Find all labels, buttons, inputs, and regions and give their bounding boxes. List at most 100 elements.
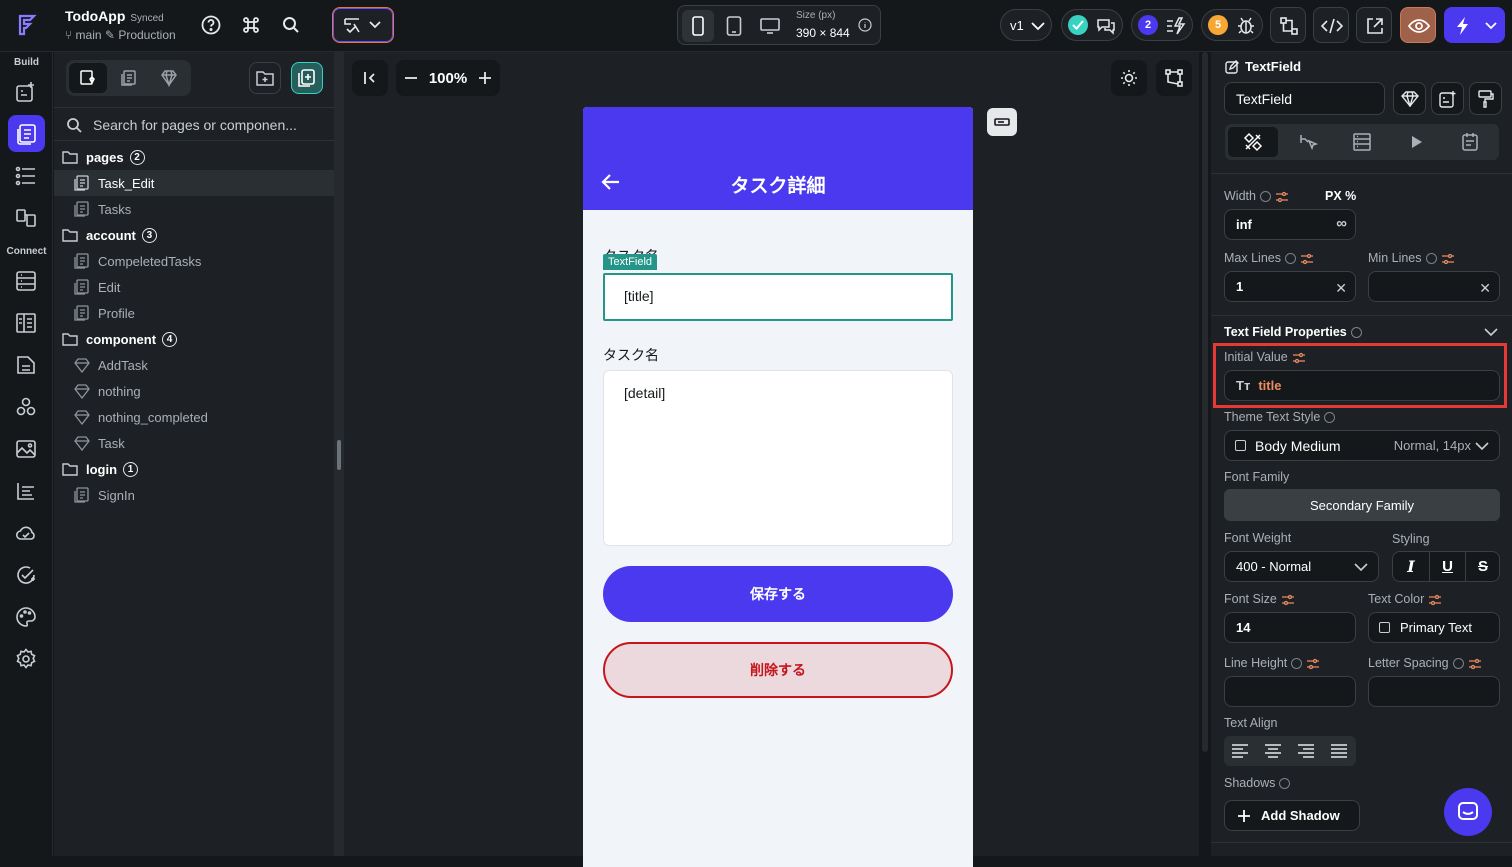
component-item-nothing-completed[interactable]: nothing_completed: [54, 404, 334, 430]
theme-settings-icon[interactable]: [13, 604, 39, 630]
help-icon[interactable]: [200, 14, 222, 36]
component-item-nothing[interactable]: nothing: [54, 378, 334, 404]
preview-mode-button[interactable]: [1400, 7, 1436, 43]
app-name[interactable]: TodoApp Synced: [65, 8, 164, 24]
info-icon[interactable]: [1279, 778, 1291, 790]
collaborators-status[interactable]: 2: [1131, 9, 1193, 41]
align-left-icon[interactable]: [1232, 744, 1248, 758]
component-item-addtask[interactable]: AddTask: [54, 352, 334, 378]
add-widget-button[interactable]: [1431, 82, 1464, 115]
panel-resize-handle[interactable]: [334, 52, 344, 856]
strikethrough-icon[interactable]: S: [1465, 552, 1500, 581]
folder-pages[interactable]: pages 2: [54, 144, 334, 170]
info-icon[interactable]: [1324, 412, 1336, 424]
branching-button[interactable]: [1270, 7, 1306, 43]
letter-spacing-input[interactable]: [1368, 676, 1500, 707]
settings-gear-icon[interactable]: [13, 646, 39, 672]
canvas-settings-button[interactable]: [1156, 60, 1192, 96]
detail-text-field[interactable]: [detail]: [603, 370, 953, 546]
issues-status[interactable]: 5: [1201, 9, 1263, 41]
info-icon[interactable]: [1259, 191, 1271, 203]
storyboard-icon[interactable]: [13, 205, 39, 231]
firestore-icon[interactable]: [13, 268, 39, 294]
documentation-tab[interactable]: [1445, 127, 1495, 157]
collapse-panel-button[interactable]: [352, 60, 388, 96]
widget-palette-button[interactable]: [332, 7, 394, 43]
animations-tab[interactable]: [1391, 127, 1441, 157]
variable-binding-icon[interactable]: [1306, 658, 1320, 670]
custom-code-icon[interactable]: [13, 478, 39, 504]
save-button[interactable]: 保存する: [603, 566, 953, 622]
page-item-edit[interactable]: Edit: [54, 274, 334, 300]
app-bar[interactable]: タスク詳細: [583, 107, 973, 210]
properties-tab[interactable]: [1228, 127, 1278, 157]
code-view-button[interactable]: [1313, 7, 1349, 43]
components-only-tab[interactable]: [150, 63, 188, 93]
font-size-input[interactable]: 14: [1224, 612, 1356, 643]
widget-name-input[interactable]: TextField: [1224, 82, 1385, 115]
branch-info[interactable]: ⑂ main ✎ Production: [65, 28, 176, 42]
folder-login[interactable]: login 1: [54, 456, 334, 482]
feedback-status[interactable]: [1061, 9, 1123, 41]
theme-style-dropdown[interactable]: Body Medium Normal, 14px: [1224, 430, 1500, 461]
italic-icon[interactable]: I: [1393, 552, 1429, 581]
variable-binding-icon[interactable]: [1468, 658, 1482, 670]
min-lines-input[interactable]: ✕: [1368, 271, 1500, 302]
variable-binding-icon[interactable]: [1441, 253, 1455, 265]
search-input[interactable]: Search for pages or componen...: [93, 117, 297, 133]
command-palette-icon[interactable]: [240, 14, 262, 36]
max-lines-input[interactable]: 1 ✕: [1224, 271, 1356, 302]
backend-query-tab[interactable]: [1337, 127, 1387, 157]
search-icon[interactable]: [280, 14, 302, 36]
new-folder-button[interactable]: [249, 62, 281, 94]
scrollbar-thumb[interactable]: [1202, 52, 1208, 752]
cloud-functions-icon[interactable]: [13, 520, 39, 546]
info-icon[interactable]: [1284, 253, 1296, 265]
folder-component[interactable]: component 4: [54, 326, 334, 352]
api-calls-icon[interactable]: [13, 394, 39, 420]
variable-binding-icon[interactable]: [1275, 191, 1289, 203]
widget-options-button[interactable]: [987, 108, 1017, 136]
width-input[interactable]: inf ∞: [1224, 209, 1356, 240]
tablet-device-icon[interactable]: [718, 10, 750, 42]
page-item-tasks[interactable]: Tasks: [54, 196, 334, 222]
page-search[interactable]: Search for pages or componen...: [54, 107, 334, 141]
width-unit-toggle[interactable]: PX %: [1325, 189, 1356, 203]
info-icon[interactable]: [858, 18, 872, 32]
zoom-level[interactable]: 100%: [429, 70, 467, 87]
actions-tab[interactable]: [1283, 127, 1333, 157]
delete-button[interactable]: 削除する: [603, 642, 953, 698]
theme-toggle-button[interactable]: [1111, 60, 1147, 96]
schema-icon[interactable]: [13, 310, 39, 336]
pages-tab[interactable]: [69, 63, 107, 93]
variable-binding-icon[interactable]: [1300, 253, 1314, 265]
page-item-task-edit[interactable]: Task_Edit: [54, 170, 334, 196]
info-icon[interactable]: [1350, 327, 1362, 339]
phone-device-icon[interactable]: [682, 10, 714, 42]
support-chat-button[interactable]: [1444, 788, 1492, 836]
align-justify-icon[interactable]: [1331, 744, 1347, 758]
page-item-profile[interactable]: Profile: [54, 300, 334, 326]
variable-binding-icon[interactable]: [1428, 594, 1442, 606]
clear-icon[interactable]: ✕: [1335, 280, 1347, 297]
info-icon[interactable]: [1425, 253, 1437, 265]
section-title[interactable]: Text Field Properties: [1224, 325, 1362, 339]
title-text-field[interactable]: [title]: [603, 273, 953, 321]
page-item-signin[interactable]: SignIn: [54, 482, 334, 508]
text-color-picker[interactable]: Primary Text: [1368, 612, 1500, 643]
right-scrollbar[interactable]: [1199, 52, 1211, 856]
add-widget-icon[interactable]: [13, 79, 39, 105]
variable-binding-icon[interactable]: [1281, 594, 1295, 606]
chevron-down-icon[interactable]: [1484, 327, 1498, 337]
size-value[interactable]: 390 × 844: [796, 26, 850, 40]
align-center-icon[interactable]: [1265, 744, 1281, 758]
data-schema-icon[interactable]: [13, 352, 39, 378]
version-selector[interactable]: v1: [1000, 9, 1052, 41]
underline-icon[interactable]: U: [1429, 552, 1465, 581]
add-shadow-button[interactable]: Add Shadow: [1224, 800, 1360, 831]
flutterflow-logo-icon[interactable]: [14, 12, 40, 38]
pages-only-tab[interactable]: [110, 63, 148, 93]
line-height-input[interactable]: [1224, 676, 1356, 707]
font-family-button[interactable]: Secondary Family: [1224, 489, 1500, 521]
font-weight-dropdown[interactable]: 400 - Normal: [1224, 551, 1379, 582]
